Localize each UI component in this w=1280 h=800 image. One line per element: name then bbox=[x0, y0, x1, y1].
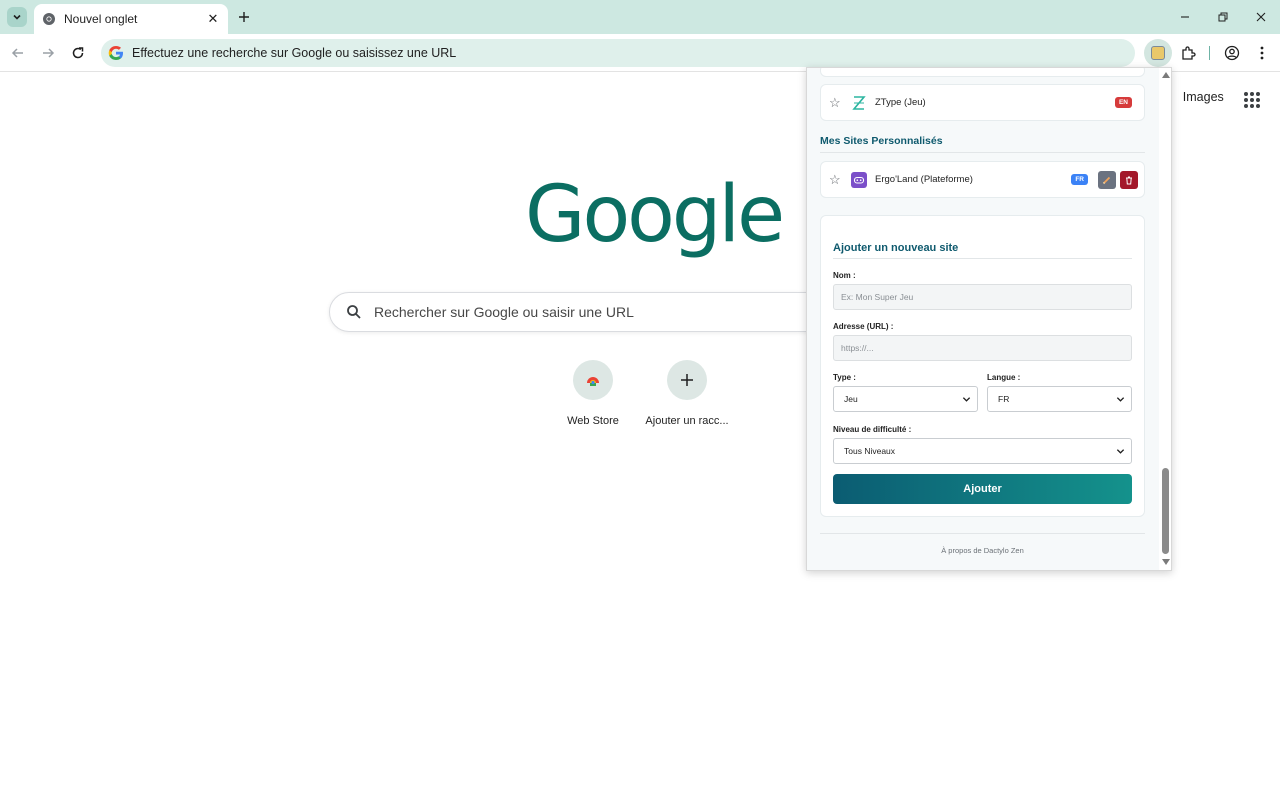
google-g-icon bbox=[108, 46, 123, 60]
footer-divider bbox=[820, 533, 1145, 534]
address-bar[interactable]: Effectuez une recherche sur Google ou sa… bbox=[101, 39, 1135, 67]
more-vert-icon bbox=[1260, 46, 1264, 60]
plus-icon bbox=[239, 12, 249, 22]
minimize-icon bbox=[1181, 16, 1189, 18]
shortcut-icon-circle bbox=[573, 360, 613, 400]
add-site-title: Ajouter un nouveau site bbox=[833, 242, 1132, 259]
chevron-down-icon bbox=[1116, 449, 1125, 454]
difficulty-select-value: Tous Niveaux bbox=[844, 446, 896, 456]
chevron-down-icon bbox=[1116, 397, 1125, 402]
chevron-down-icon bbox=[13, 14, 21, 20]
about-link[interactable]: À propos de Dactylo Zen bbox=[820, 546, 1145, 555]
arrow-left-icon bbox=[11, 48, 23, 58]
back-button[interactable] bbox=[7, 42, 29, 64]
popup-content: ☆ ZType (Jeu) EN Mes Sites Personnalisés… bbox=[807, 68, 1159, 570]
difficulty-label: Niveau de difficulté : bbox=[833, 425, 912, 434]
popup-scrollbar[interactable] bbox=[1159, 68, 1171, 570]
site-url-input[interactable]: https://... bbox=[833, 335, 1132, 361]
site-row-ergoland[interactable]: ☆ Ergo'Land (Plateforme) FR bbox=[820, 161, 1145, 198]
google-logo: Google bbox=[525, 170, 785, 260]
close-icon bbox=[1256, 12, 1266, 22]
pencil-icon bbox=[1102, 176, 1111, 184]
ntp-search-box[interactable]: Rechercher sur Google ou saisir une URL bbox=[329, 292, 849, 332]
language-select[interactable]: FR bbox=[987, 386, 1132, 412]
tab-new-tab[interactable]: Nouvel onglet ✕ bbox=[34, 4, 228, 34]
chevron-down-icon bbox=[962, 397, 971, 402]
site-name: ZType (Jeu) bbox=[875, 97, 926, 108]
site-card bbox=[820, 68, 1145, 77]
delete-button[interactable] bbox=[1120, 170, 1138, 189]
shortcut-add[interactable]: Ajouter un racc... bbox=[637, 360, 737, 427]
dactylo-zen-extension-button[interactable] bbox=[1144, 39, 1172, 67]
dactylo-zen-popup: ☆ ZType (Jeu) EN Mes Sites Personnalisés… bbox=[806, 67, 1172, 571]
puzzle-icon bbox=[1182, 46, 1196, 60]
language-label: Langue : bbox=[987, 373, 1021, 382]
shortcut-icon-circle bbox=[667, 360, 707, 400]
type-select-value: Jeu bbox=[844, 394, 858, 404]
name-label: Nom : bbox=[833, 271, 856, 280]
add-site-button[interactable]: Ajouter bbox=[833, 474, 1132, 504]
minimize-button[interactable] bbox=[1173, 6, 1197, 28]
toolbar-separator bbox=[1209, 46, 1210, 60]
search-icon bbox=[347, 305, 361, 319]
edit-button[interactable] bbox=[1098, 170, 1116, 189]
arrow-right-icon bbox=[43, 48, 55, 58]
address-bar-text: Effectuez une recherche sur Google ou sa… bbox=[132, 46, 457, 60]
shortcut-label: Web Store bbox=[567, 415, 619, 427]
chrome-icon bbox=[43, 13, 55, 25]
star-icon[interactable]: ☆ bbox=[829, 95, 843, 111]
images-link[interactable]: Images bbox=[1183, 90, 1224, 104]
forward-button[interactable] bbox=[37, 42, 59, 64]
scroll-up-arrow-icon[interactable] bbox=[1162, 72, 1170, 78]
star-icon[interactable]: ☆ bbox=[829, 172, 843, 188]
reload-icon bbox=[72, 47, 84, 59]
type-label: Type : bbox=[833, 373, 856, 382]
custom-sites-heading: Mes Sites Personnalisés bbox=[820, 135, 1145, 153]
search-placeholder: Rechercher sur Google ou saisir une URL bbox=[374, 304, 634, 320]
tab-title: Nouvel onglet bbox=[64, 12, 138, 26]
tab-search-button[interactable] bbox=[7, 7, 27, 27]
account-icon bbox=[1224, 45, 1240, 61]
chrome-web-store-icon bbox=[587, 377, 599, 386]
restore-icon bbox=[1218, 12, 1228, 22]
gamepad-icon bbox=[851, 171, 867, 188]
shortcut-label: Ajouter un racc... bbox=[645, 415, 729, 427]
google-apps-icon[interactable] bbox=[1244, 92, 1260, 108]
chrome-menu-button[interactable] bbox=[1251, 42, 1273, 64]
type-select[interactable]: Jeu bbox=[833, 386, 978, 412]
restore-button[interactable] bbox=[1211, 6, 1235, 28]
plus-icon bbox=[681, 374, 693, 386]
dactylo-zen-icon bbox=[1151, 46, 1165, 60]
site-row-ztype[interactable]: ☆ ZType (Jeu) EN bbox=[820, 84, 1145, 121]
shortcut-web-store[interactable]: Web Store bbox=[543, 360, 643, 427]
scrollbar-thumb[interactable] bbox=[1162, 468, 1169, 554]
profile-button[interactable] bbox=[1221, 42, 1243, 64]
extensions-button[interactable] bbox=[1177, 42, 1199, 64]
new-tab-button[interactable] bbox=[235, 8, 253, 26]
scroll-down-arrow-icon[interactable] bbox=[1162, 559, 1170, 565]
language-select-value: FR bbox=[998, 394, 1010, 404]
reload-button[interactable] bbox=[67, 42, 89, 64]
trash-icon bbox=[1126, 176, 1132, 184]
add-site-form: Ajouter un nouveau site Nom : Ex: Mon Su… bbox=[820, 215, 1145, 517]
site-name: Ergo'Land (Plateforme) bbox=[875, 174, 973, 185]
ztype-icon bbox=[851, 95, 867, 111]
tab-close-icon[interactable]: ✕ bbox=[206, 11, 220, 26]
url-label: Adresse (URL) : bbox=[833, 322, 894, 331]
difficulty-select[interactable]: Tous Niveaux bbox=[833, 438, 1132, 464]
lang-badge: FR bbox=[1071, 174, 1088, 185]
site-name-input[interactable]: Ex: Mon Super Jeu bbox=[833, 284, 1132, 310]
lang-badge: EN bbox=[1114, 97, 1132, 108]
tab-strip: Nouvel onglet ✕ bbox=[0, 0, 1280, 34]
ntp-top-links: l Images bbox=[1170, 90, 1224, 104]
close-window-button[interactable] bbox=[1249, 6, 1273, 28]
